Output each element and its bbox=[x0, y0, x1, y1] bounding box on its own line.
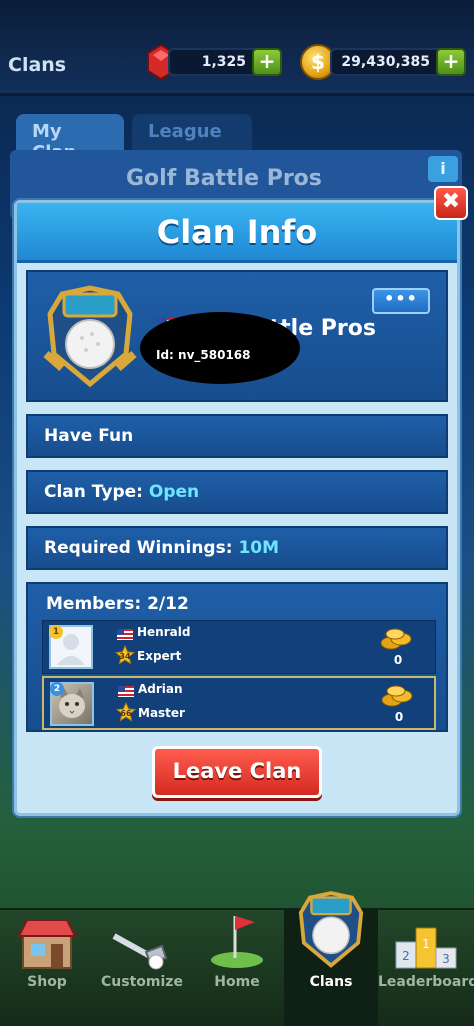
clan-crest-icon bbox=[298, 891, 364, 968]
svg-text:3: 3 bbox=[442, 952, 450, 966]
coins-icon bbox=[380, 628, 412, 650]
nav-label: Customize bbox=[101, 974, 183, 990]
close-button[interactable]: ✖ bbox=[434, 186, 468, 220]
coins-icon bbox=[381, 685, 413, 707]
gem-counter: 1,325 + bbox=[168, 48, 282, 76]
nav-leaderboards[interactable]: 2 1 3 Leaderboards bbox=[378, 910, 474, 1026]
member-level: 34 bbox=[119, 652, 131, 661]
clan-description-panel: Have Fun bbox=[26, 414, 448, 458]
member-name: Henrald bbox=[137, 625, 191, 639]
golf-club-icon bbox=[112, 933, 168, 970]
more-options-button[interactable]: ••• bbox=[372, 288, 430, 314]
svg-text:2: 2 bbox=[402, 949, 410, 963]
info-button[interactable]: i bbox=[428, 156, 458, 182]
required-winnings-panel: Required Winnings: 10M bbox=[26, 526, 448, 570]
clan-type-label: Clan Type: bbox=[44, 482, 143, 502]
nav-customize[interactable]: Customize bbox=[94, 910, 190, 1026]
flag-icon bbox=[211, 916, 263, 968]
coin-count: 29,430,385 bbox=[341, 54, 430, 70]
podium-icon: 2 1 3 bbox=[395, 927, 457, 969]
shop-icon bbox=[17, 919, 77, 969]
coin-counter: 29,430,385 + bbox=[330, 48, 466, 76]
tab-league[interactable]: League bbox=[132, 114, 252, 150]
flag-icon bbox=[118, 686, 134, 697]
required-winnings-row: Required Winnings: 10M bbox=[44, 538, 279, 558]
clan-type-panel: Clan Type: Open bbox=[26, 470, 448, 514]
member-level: 66 bbox=[120, 709, 132, 718]
nav-home[interactable]: Home bbox=[190, 910, 284, 1026]
rank-badge: 2 bbox=[50, 682, 64, 696]
gem-count: 1,325 bbox=[201, 54, 246, 70]
clan-description: Have Fun bbox=[44, 426, 134, 446]
page-title: Clans bbox=[8, 54, 67, 76]
svg-text:1: 1 bbox=[422, 937, 430, 951]
clan-header-panel: Battle Pros Id: nv_580168 ••• bbox=[26, 270, 448, 402]
flag-icon bbox=[117, 629, 133, 640]
tab-my-clan[interactable]: My Clan bbox=[16, 114, 124, 163]
members-panel: Members: 2/12 1 Henrald 34 Expert 0 2 Ad… bbox=[26, 582, 448, 732]
nav-label: Shop bbox=[27, 974, 67, 990]
modal-header: Clan Info bbox=[17, 203, 457, 263]
nav-label: Home bbox=[214, 974, 260, 990]
nav-clans[interactable]: Clans bbox=[284, 891, 378, 1026]
my-clan-name: Golf Battle Pros bbox=[126, 166, 322, 191]
clan-crest-icon bbox=[43, 285, 137, 388]
nav-label: Leaderboards bbox=[378, 974, 474, 990]
top-bar: Clans 1,325 + $ 29,430,385 + bbox=[0, 0, 474, 96]
member-coins: 0 bbox=[393, 653, 403, 667]
leave-clan-button[interactable]: Leave Clan bbox=[152, 746, 322, 798]
bottom-nav: Shop Customize Home Clans 2 1 3 Leaderbo… bbox=[0, 891, 474, 1026]
nav-shop[interactable]: Shop bbox=[0, 910, 94, 1026]
rank-badge: 1 bbox=[49, 625, 63, 639]
clan-id: Id: nv_580168 bbox=[156, 348, 251, 362]
member-rank: Expert bbox=[137, 649, 182, 663]
member-coins: 0 bbox=[394, 710, 404, 724]
required-winnings-label: Required Winnings: bbox=[44, 538, 233, 558]
avatar: 2 bbox=[50, 682, 94, 726]
clan-type-value: Open bbox=[148, 482, 200, 502]
avatar: 1 bbox=[49, 625, 93, 669]
modal-title: Clan Info bbox=[156, 213, 318, 251]
nav-label: Clans bbox=[309, 974, 353, 990]
member-row[interactable]: 1 Henrald 34 Expert 0 bbox=[42, 620, 436, 674]
member-rank: Master bbox=[138, 706, 185, 720]
member-name: Adrian bbox=[138, 682, 183, 696]
add-gems-button[interactable]: + bbox=[252, 48, 282, 76]
required-winnings-value: 10M bbox=[238, 538, 280, 558]
members-count: Members: 2/12 bbox=[46, 594, 189, 614]
clan-type-row: Clan Type: Open bbox=[44, 482, 199, 502]
add-coins-button[interactable]: + bbox=[436, 48, 466, 76]
member-row[interactable]: 2 Adrian 66 Master 0 bbox=[42, 676, 436, 730]
